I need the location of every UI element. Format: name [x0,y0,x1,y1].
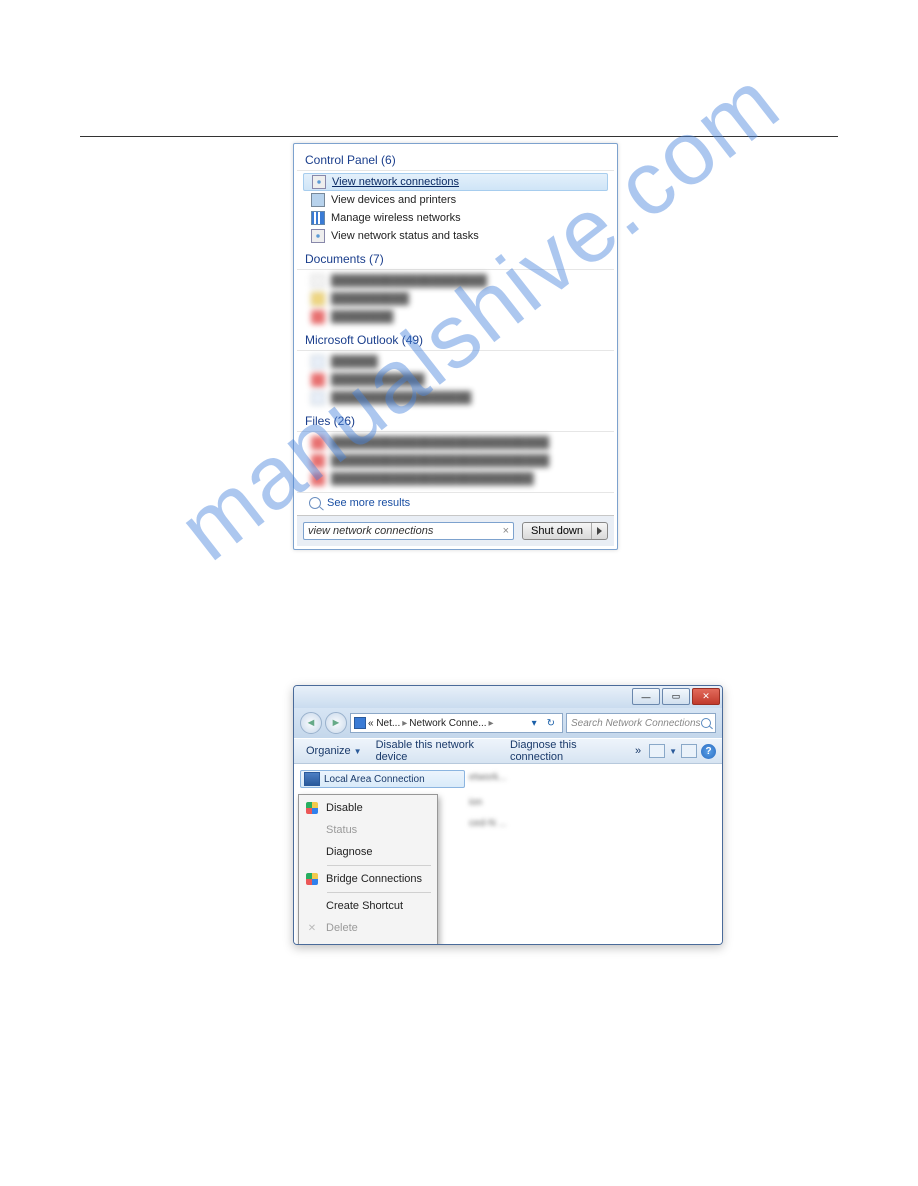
disable-device-button[interactable]: Disable this network device [370,736,502,766]
pdf-icon [311,454,325,468]
start-menu-search-panel: Control Panel (6) View network connectio… [293,143,618,550]
breadcrumb-current[interactable]: Network Conne... [409,718,486,729]
diagnose-connection-button[interactable]: Diagnose this connection [504,736,627,766]
page-divider [80,136,838,137]
pdf-icon [311,310,325,324]
result-manage-wireless-networks[interactable]: Manage wireless networks [297,209,614,227]
network-connections-window: — ▭ ✕ ◄ ► « Net... ▸ Network Conne... ▸ … [293,685,723,945]
clear-search-icon[interactable]: × [503,525,509,537]
shield-icon [304,942,320,945]
group-header-files[interactable]: Files (26) [297,409,614,432]
shut-down-label[interactable]: Shut down [523,523,591,539]
result-view-devices-printers[interactable]: View devices and printers [297,191,614,209]
chevron-right-icon: ▸ [489,718,494,729]
network-icon [312,175,326,189]
close-button[interactable]: ✕ [692,688,720,705]
menu-divider [327,865,431,866]
search-placeholder: Search Network Connections [571,718,701,729]
menu-divider [327,892,431,893]
wireless-icon [311,211,325,225]
back-button[interactable]: ◄ [300,712,322,734]
chevron-right-icon: ▸ [402,718,407,729]
result-file-blurred[interactable]: ██████████████████████████ [297,470,614,488]
forward-button[interactable]: ► [325,712,347,734]
see-more-results-link[interactable]: See more results [297,492,614,515]
minimize-button[interactable]: — [632,688,660,705]
chevron-down-icon: ▼ [354,747,362,756]
file-icon [311,274,325,288]
view-options-button[interactable] [649,744,665,758]
dropdown-icon[interactable]: ▾ [528,718,541,729]
maximize-button[interactable]: ▭ [662,688,690,705]
search-icon [309,497,321,509]
ctx-disable[interactable]: Disable [301,797,435,819]
ctx-rename[interactable]: Rename [301,939,435,945]
chevron-down-icon[interactable]: ▼ [669,747,677,756]
printer-icon [311,193,325,207]
shield-icon [304,871,320,887]
result-label: View network connections [332,176,459,188]
result-view-network-connections[interactable]: View network connections [303,173,608,191]
network-icon [311,229,325,243]
ethernet-icon [304,772,320,786]
zip-icon [311,292,325,306]
ctx-bridge-connections[interactable]: Bridge Connections [301,868,435,890]
ctx-create-shortcut[interactable]: Create Shortcut [301,895,435,917]
window-nav-bar: ◄ ► « Net... ▸ Network Conne... ▸ ▾ ↻ Se… [294,708,722,738]
search-input[interactable]: view network connections × [303,522,514,540]
ctx-delete: ✕ Delete [301,917,435,939]
result-label: View devices and printers [331,194,456,206]
control-panel-icon [354,717,366,729]
pdf-icon [311,373,325,387]
search-icon [701,718,711,728]
result-document-blurred[interactable]: ██████████ [297,290,614,308]
search-input[interactable]: Search Network Connections [566,713,716,733]
mail-icon [311,391,325,405]
group-header-outlook[interactable]: Microsoft Outlook (49) [297,328,614,351]
group-header-control-panel[interactable]: Control Panel (6) [297,148,614,171]
address-breadcrumb[interactable]: « Net... ▸ Network Conne... ▸ ▾ ↻ [350,713,563,733]
result-file-blurred[interactable]: ████████████████████████████ [297,434,614,452]
toolbar-overflow-button[interactable]: » [629,742,647,760]
local-area-connection-item[interactable]: Local Area Connection [300,770,465,788]
connection-name: Local Area Connection [324,774,425,785]
window-content-area[interactable]: Local Area Connection etwork... ion ced-… [294,764,722,944]
window-titlebar[interactable]: — ▭ ✕ [294,686,722,708]
result-document-blurred[interactable]: ████████ [297,308,614,326]
result-label: Manage wireless networks [331,212,461,224]
start-menu-footer: view network connections × Shut down [297,515,614,546]
group-header-documents[interactable]: Documents (7) [297,247,614,270]
shut-down-options-arrow[interactable] [591,523,607,539]
ctx-status: Status [301,819,435,841]
mail-icon [311,355,325,369]
chevron-right-icon [597,527,602,535]
help-button[interactable]: ? [701,744,716,759]
result-outlook-blurred[interactable]: ████████████ [297,371,614,389]
result-label: View network status and tasks [331,230,479,242]
pdf-icon [311,436,325,450]
breadcrumb-root[interactable]: « Net... [368,718,400,729]
window-toolbar: Organize ▼ Disable this network device D… [294,738,722,764]
result-document-blurred[interactable]: ████████████████████ [297,272,614,290]
ctx-diagnose[interactable]: Diagnose [301,841,435,863]
result-file-blurred[interactable]: ████████████████████████████ [297,452,614,470]
refresh-icon[interactable]: ↻ [543,718,559,729]
result-outlook-blurred[interactable]: ██████████████████ [297,389,614,407]
search-input-value: view network connections [308,525,433,537]
pdf-icon [311,472,325,486]
result-view-network-status[interactable]: View network status and tasks [297,227,614,245]
organize-button[interactable]: Organize ▼ [300,742,368,760]
preview-pane-button[interactable] [681,744,697,758]
shield-icon [304,800,320,816]
shut-down-button[interactable]: Shut down [522,522,608,540]
other-connection-partial: etwork... ion ced-N ... [469,772,507,829]
see-more-label: See more results [327,497,410,509]
delete-icon: ✕ [304,920,320,936]
context-menu: Disable Status Diagnose Bridge Connectio… [298,794,438,945]
result-outlook-blurred[interactable]: ██████ [297,353,614,371]
